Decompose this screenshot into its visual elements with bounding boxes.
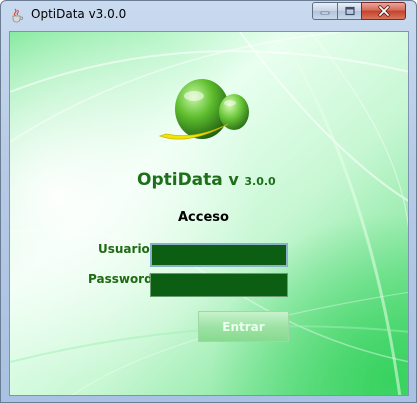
brand-version: 3.0.0 (244, 175, 276, 188)
brand-v: v (228, 170, 239, 189)
login-window: OptiData v 3.0.0 OptiData v 3.0.0 Acceso … (0, 0, 417, 403)
title-bar[interactable]: OptiData v3.0.0 (1, 1, 416, 31)
access-heading: Acceso (178, 210, 229, 225)
close-icon (377, 5, 390, 17)
password-field[interactable] (150, 273, 288, 297)
enter-button[interactable]: Entrar (198, 311, 289, 342)
login-panel: OptiData v 3.0.0 Acceso Usuario Password… (9, 31, 409, 396)
close-button[interactable] (361, 2, 406, 20)
username-field[interactable] (150, 243, 288, 267)
window-title: OptiData v3.0.0 (31, 7, 127, 21)
username-label: Usuario (98, 242, 150, 256)
enter-button-label: Entrar (222, 319, 265, 334)
maximize-button[interactable] (337, 2, 362, 20)
maximize-icon (344, 6, 355, 16)
minimize-icon (320, 11, 330, 15)
optidata-logo (158, 79, 249, 140)
brand-name: OptiData (137, 170, 223, 190)
password-label: Password (88, 272, 153, 286)
brand-title: OptiData v 3.0.0 (137, 170, 276, 190)
minimize-button[interactable] (312, 2, 338, 20)
java-cup-icon (12, 8, 24, 23)
